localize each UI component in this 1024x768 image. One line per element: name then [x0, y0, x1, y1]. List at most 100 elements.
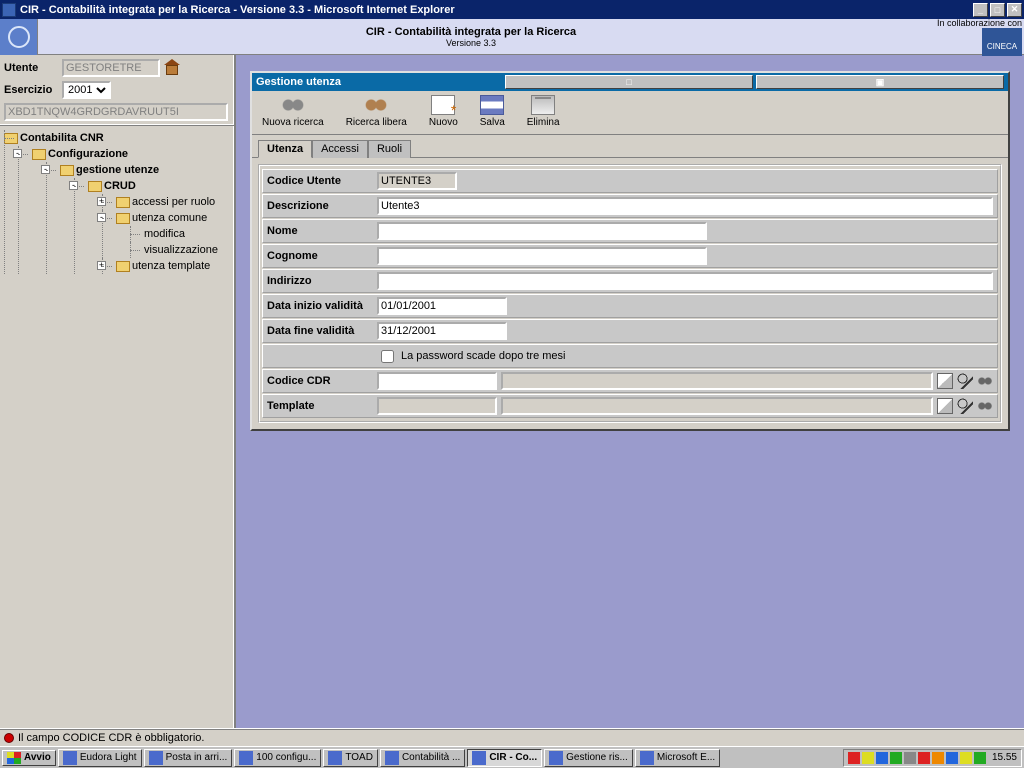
- task-toad[interactable]: TOAD: [323, 749, 378, 767]
- task-cir[interactable]: CIR - Co...: [467, 749, 542, 767]
- maximize-button[interactable]: □: [990, 3, 1005, 17]
- data-inizio-field[interactable]: [377, 297, 507, 315]
- tray-icon[interactable]: [890, 752, 902, 764]
- close-button[interactable]: ✕: [1007, 3, 1022, 17]
- expand-toggle[interactable]: +: [97, 197, 106, 206]
- task-posta[interactable]: Posta in arri...: [144, 749, 233, 767]
- elimina-button[interactable]: Elimina: [527, 95, 560, 128]
- task-contabilita[interactable]: Contabilità ...: [380, 749, 465, 767]
- left-panel: Utente Esercizio 2001 Contabilita CNR -C…: [0, 55, 236, 728]
- form: Codice Utente Descrizione Nome Cognome I…: [258, 164, 1002, 423]
- tree-root[interactable]: Contabilita CNR: [20, 132, 104, 144]
- tree-gestione-utenze[interactable]: gestione utenze: [76, 164, 159, 176]
- form-window-title: Gestione utenza □ ▣: [252, 73, 1008, 91]
- task-configu[interactable]: 100 configu...: [234, 749, 321, 767]
- taskbar: Avvio Eudora Light Posta in arri... 100 …: [0, 746, 1024, 768]
- esercizio-select[interactable]: 2001: [62, 81, 111, 99]
- tree-modifica[interactable]: modifica: [144, 228, 185, 240]
- tree-configurazione[interactable]: Configurazione: [48, 148, 128, 160]
- data-fine-field[interactable]: [377, 322, 507, 340]
- task-icon: [472, 751, 486, 765]
- utente-field: [62, 59, 160, 77]
- start-button[interactable]: Avvio: [2, 750, 56, 766]
- toolbar: Nuova ricerca Ricerca libera Nuovo Salva…: [252, 91, 1008, 135]
- minimize-button[interactable]: _: [973, 3, 988, 17]
- codice-utente-field: [377, 172, 457, 190]
- tray-icon[interactable]: [876, 752, 888, 764]
- binoculars-icon: [281, 95, 305, 115]
- task-excel[interactable]: Microsoft E...: [635, 749, 720, 767]
- template-desc-field: [501, 397, 933, 415]
- app-subtitle: Versione 3.3: [38, 38, 904, 48]
- tab-accessi[interactable]: Accessi: [312, 140, 368, 158]
- window-max-button[interactable]: ▣: [756, 75, 1004, 89]
- tree-visualizzazione[interactable]: visualizzazione: [144, 244, 218, 256]
- task-icon: [385, 751, 399, 765]
- ricerca-libera-button[interactable]: Ricerca libera: [346, 95, 407, 128]
- template-field: [377, 397, 497, 415]
- esercizio-label: Esercizio: [4, 84, 58, 96]
- window-restore-button[interactable]: □: [505, 75, 753, 89]
- expand-toggle[interactable]: -: [13, 149, 22, 158]
- password-expire-checkbox[interactable]: [381, 350, 394, 363]
- descrizione-field[interactable]: [377, 197, 993, 215]
- data-inizio-label: Data inizio validità: [263, 300, 373, 312]
- tree-utenza-comune[interactable]: utenza comune: [132, 212, 207, 224]
- copy-icon[interactable]: [937, 373, 953, 389]
- tree-utenza-template[interactable]: utenza template: [132, 260, 210, 272]
- task-gestione[interactable]: Gestione ris...: [544, 749, 633, 767]
- new-icon: [431, 95, 455, 115]
- window-title: CIR - Contabilità integrata per la Ricer…: [20, 4, 973, 16]
- binoculars-free-icon: [364, 95, 388, 115]
- task-icon: [640, 751, 654, 765]
- search-icon[interactable]: [957, 398, 973, 414]
- windows-flag-icon: [7, 752, 21, 764]
- binoculars-small-icon[interactable]: [977, 398, 993, 414]
- copy-icon[interactable]: [937, 398, 953, 414]
- nuova-ricerca-button[interactable]: Nuova ricerca: [262, 95, 324, 128]
- tray-icon[interactable]: [918, 752, 930, 764]
- nav-tree[interactable]: Contabilita CNR - Configurazione - gestion…: [0, 126, 234, 278]
- collab-text: In collaborazione con: [937, 18, 1022, 28]
- home-icon[interactable]: [164, 61, 180, 75]
- task-icon: [63, 751, 77, 765]
- tray-icon[interactable]: [904, 752, 916, 764]
- tree-accessi-per-ruolo[interactable]: accessi per ruolo: [132, 196, 215, 208]
- app-logo: [0, 19, 38, 55]
- session-id-field: [4, 103, 228, 121]
- cognome-field[interactable]: [377, 247, 707, 265]
- tray-icon[interactable]: [960, 752, 972, 764]
- tray-icon[interactable]: [946, 752, 958, 764]
- tab-utenza[interactable]: Utenza: [258, 140, 312, 158]
- tray-icon[interactable]: [974, 752, 986, 764]
- expand-toggle[interactable]: -: [97, 213, 106, 222]
- expand-toggle[interactable]: -: [69, 181, 78, 190]
- task-icon: [328, 751, 342, 765]
- nuovo-button[interactable]: Nuovo: [429, 95, 458, 128]
- task-icon: [149, 751, 163, 765]
- tree-crud[interactable]: CRUD: [104, 180, 136, 192]
- salva-button[interactable]: Salva: [480, 95, 505, 128]
- binoculars-small-icon[interactable]: [977, 373, 993, 389]
- utente-label: Utente: [4, 62, 58, 74]
- tray-icon[interactable]: [848, 752, 860, 764]
- tab-ruoli[interactable]: Ruoli: [368, 140, 411, 158]
- nome-field[interactable]: [377, 222, 707, 240]
- app-banner: CIR - Contabilità integrata per la Ricer…: [0, 19, 1024, 55]
- tray-icon[interactable]: [932, 752, 944, 764]
- task-eudora[interactable]: Eudora Light: [58, 749, 142, 767]
- expand-toggle[interactable]: -: [41, 165, 50, 174]
- indirizzo-field[interactable]: [377, 272, 993, 290]
- codice-utente-label: Codice Utente: [263, 175, 373, 187]
- codice-cdr-field[interactable]: [377, 372, 497, 390]
- expand-toggle[interactable]: +: [97, 261, 106, 270]
- search-icon[interactable]: [957, 373, 973, 389]
- form-window: Gestione utenza □ ▣ Nuova ricerca Ricerc…: [250, 71, 1010, 431]
- tray-icon[interactable]: [862, 752, 874, 764]
- status-text: Il campo CODICE CDR è obbligatorio.: [18, 732, 204, 744]
- system-tray[interactable]: 15.55: [843, 749, 1022, 767]
- folder-icon: [4, 133, 18, 144]
- tabs: Utenza Accessi Ruoli: [252, 135, 1008, 158]
- nome-label: Nome: [263, 225, 373, 237]
- app-title: CIR - Contabilità integrata per la Ricer…: [38, 26, 904, 38]
